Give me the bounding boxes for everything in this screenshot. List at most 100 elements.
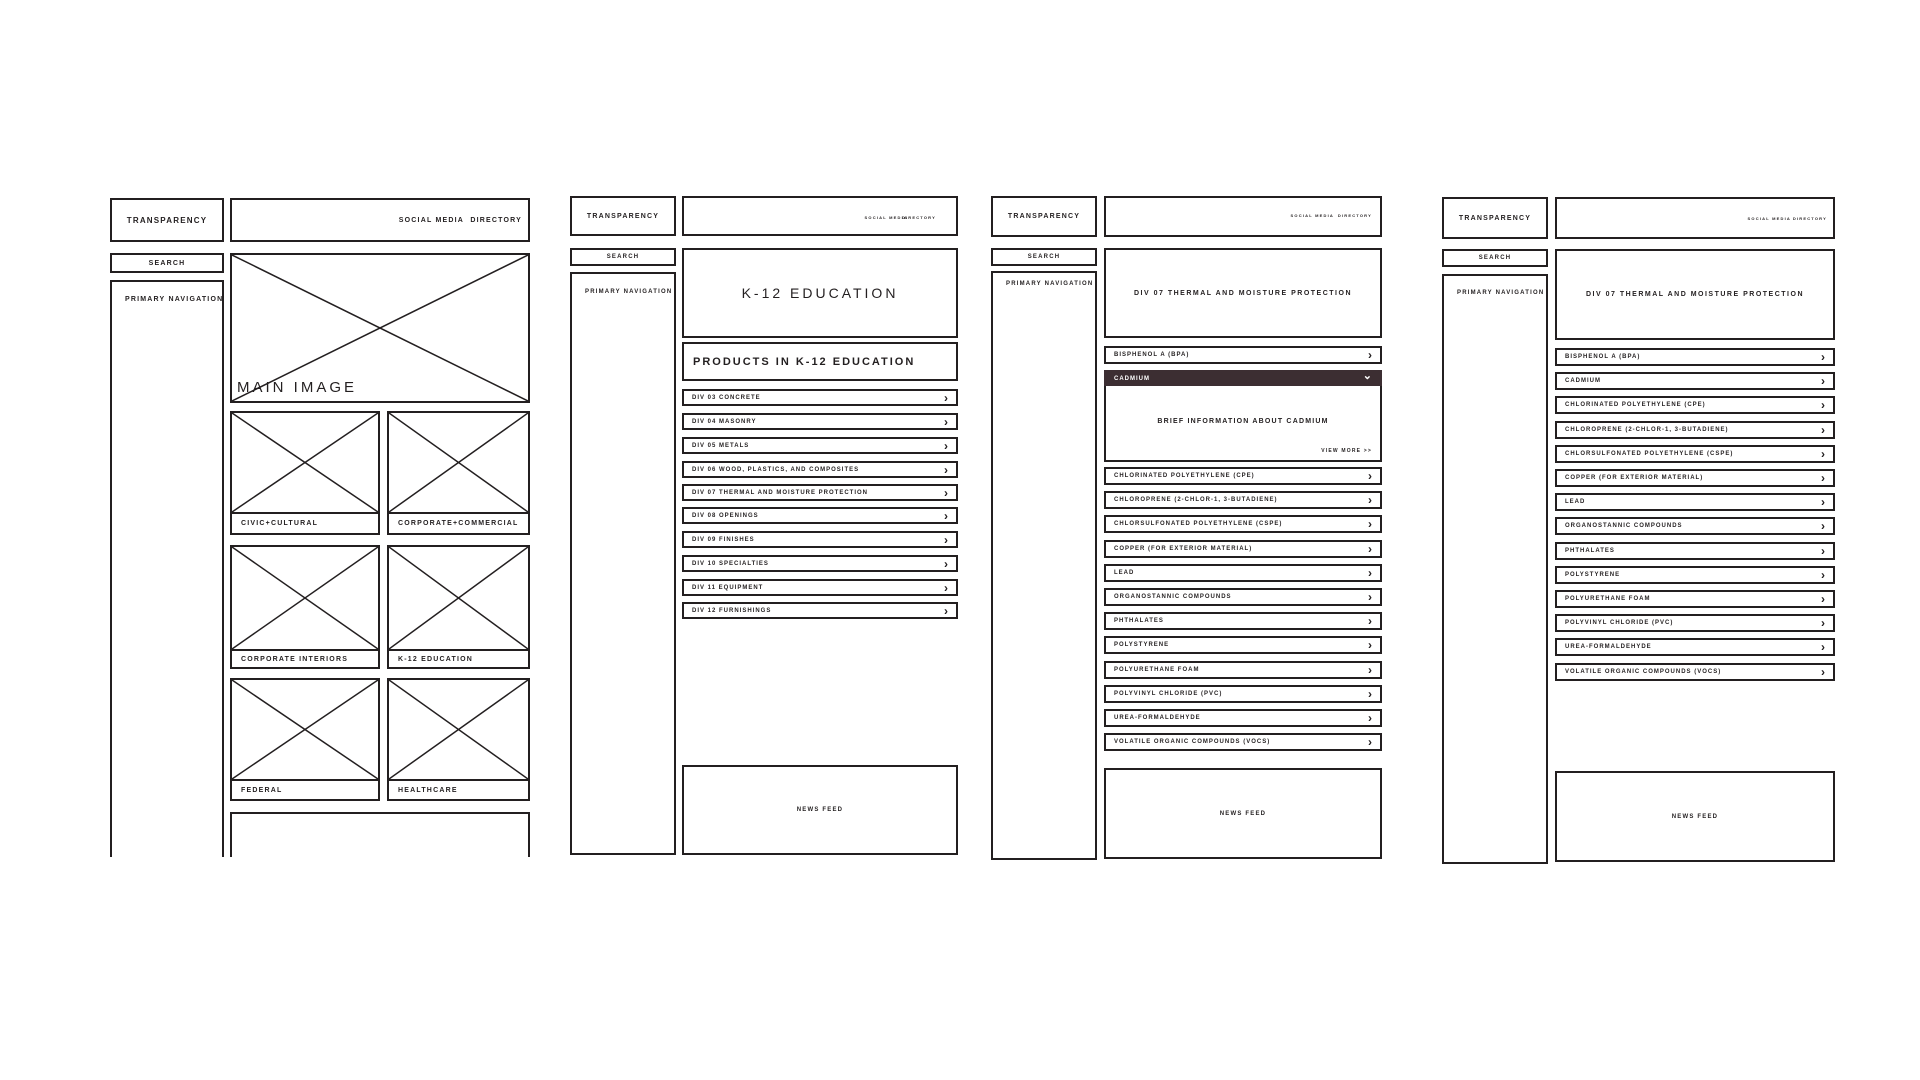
search-box[interactable]: SEARCH xyxy=(1442,249,1548,267)
list-item-row[interactable]: COPPER (FOR EXTERIOR MATERIAL) › xyxy=(1555,469,1835,487)
list-item-row[interactable]: DIV 09 FINISHES › xyxy=(682,531,958,548)
page-title: K-12 EDUCATION xyxy=(741,285,899,301)
chevron-right-icon: › xyxy=(1821,519,1825,533)
tile-image-corporate-commercial[interactable] xyxy=(387,411,530,514)
chevron-right-icon: › xyxy=(944,532,948,547)
list-item-row[interactable]: COPPER (FOR EXTERIOR MATERIAL) › xyxy=(1104,540,1382,558)
placeholder-x-icon xyxy=(389,413,528,512)
social-media-link[interactable]: SOCIAL MEDIA xyxy=(399,217,464,224)
news-feed-box[interactable]: NEWS FEED xyxy=(1555,771,1835,862)
tile-image-corporate-interiors[interactable] xyxy=(230,545,380,651)
news-feed-label: NEWS FEED xyxy=(1671,813,1719,820)
list-item-row[interactable]: DIV 06 WOOD, PLASTICS, AND COMPOSITES › xyxy=(682,461,958,478)
chevron-right-icon: › xyxy=(1368,687,1372,701)
lower-content-placeholder xyxy=(230,812,530,857)
search-box[interactable]: SEARCH xyxy=(110,253,224,273)
tile-image-federal[interactable] xyxy=(230,678,380,781)
list-item-row[interactable]: UREA-FORMALDEHYDE › xyxy=(1555,638,1835,656)
primary-navigation-panel[interactable]: PRIMARY NAVIGATION xyxy=(570,272,676,855)
news-feed-box[interactable]: NEWS FEED xyxy=(682,765,958,855)
directory-link[interactable]: DIRECTORY xyxy=(902,215,936,220)
list-item-label: DIV 05 METALS xyxy=(692,442,750,449)
list-item-row[interactable]: DIV 08 OPENINGS › xyxy=(682,507,958,524)
chevron-right-icon: › xyxy=(1821,423,1825,437)
primary-navigation-panel[interactable]: PRIMARY NAVIGATION xyxy=(991,271,1097,860)
list-item-label: POLYSTYRENE xyxy=(1114,642,1170,648)
list-item-row[interactable]: CHLORSULFONATED POLYETHYLENE (CSPE) › xyxy=(1104,515,1382,533)
list-item-row[interactable]: POLYSTYRENE › xyxy=(1104,636,1382,654)
list-item-row[interactable]: BISPHENOL A (BPA) › xyxy=(1555,348,1835,366)
primary-navigation-panel[interactable]: PRIMARY NAVIGATION xyxy=(1442,274,1548,864)
list-item-row[interactable]: POLYSTYRENE › xyxy=(1555,566,1835,584)
list-item-row[interactable]: CHLORINATED POLYETHYLENE (CPE) › xyxy=(1104,467,1382,485)
list-item-label: POLYURETHANE FOAM xyxy=(1565,596,1651,602)
list-item-row[interactable]: DIV 07 THERMAL AND MOISTURE PROTECTION › xyxy=(682,484,958,501)
chevron-right-icon: › xyxy=(1821,374,1825,388)
list-item-label: UREA-FORMALDEHYDE xyxy=(1114,715,1201,721)
tile-image-civic[interactable] xyxy=(230,411,380,514)
chevron-right-icon: › xyxy=(1821,640,1825,654)
list-item-row[interactable]: CHLOROPRENE (2-CHLOR-1, 3-BUTADIENE) › xyxy=(1555,421,1835,439)
directory-link[interactable]: DIRECTORY xyxy=(1793,216,1827,221)
list-item-row[interactable]: UREA-FORMALDEHYDE › xyxy=(1104,709,1382,727)
list-item-row[interactable]: ORGANOSTANNIC COMPOUNDS › xyxy=(1104,588,1382,606)
directory-link[interactable]: DIRECTORY xyxy=(470,217,522,224)
list-item-row[interactable]: PHTHALATES › xyxy=(1555,542,1835,560)
list-item-row[interactable]: DIV 12 FURNISHINGS › xyxy=(682,602,958,619)
tile-caption-civic[interactable]: CIVIC+CULTURAL xyxy=(230,512,380,535)
list-item-row[interactable]: DIV 10 SPECIALTIES › xyxy=(682,555,958,572)
list-item-row[interactable]: LEAD › xyxy=(1555,493,1835,511)
list-item-row[interactable]: VOLATILE ORGANIC COMPOUNDS (VOCS) › xyxy=(1555,663,1835,681)
list-item-label: PHTHALATES xyxy=(1565,548,1615,554)
list-item-label: DIV 03 CONCRETE xyxy=(692,394,761,401)
logo-text: TRANSPARENCY xyxy=(1007,213,1081,220)
header-bar: SOCIAL MEDIA DIRECTORY xyxy=(230,198,530,242)
list-item-row[interactable]: POLYURETHANE FOAM › xyxy=(1104,661,1382,679)
list-item-row[interactable]: VOLATILE ORGANIC COMPOUNDS (VOCS) › xyxy=(1104,733,1382,751)
primary-navigation-label: PRIMARY NAVIGATION xyxy=(1006,281,1094,287)
list-item-row[interactable]: DIV 05 METALS › xyxy=(682,437,958,454)
list-item-row[interactable]: LEAD › xyxy=(1104,564,1382,582)
list-item-row[interactable]: DIV 04 MASONRY › xyxy=(682,413,958,430)
tile-image-k12-education[interactable] xyxy=(387,545,530,651)
main-image-placeholder[interactable]: MAIN IMAGE xyxy=(230,253,530,403)
logo-box[interactable]: TRANSPARENCY xyxy=(570,196,676,236)
directory-link[interactable]: DIRECTORY xyxy=(1338,213,1372,218)
tile-caption-corporate-commercial[interactable]: CORPORATE+COMMERCIAL xyxy=(387,512,530,535)
chevron-right-icon: › xyxy=(1821,495,1825,509)
logo-box[interactable]: TRANSPARENCY xyxy=(110,198,224,242)
list-item-row[interactable]: ORGANOSTANNIC COMPOUNDS › xyxy=(1555,517,1835,535)
chevron-right-icon: › xyxy=(1821,568,1825,582)
social-media-link[interactable]: SOCIAL MEDIA xyxy=(1291,213,1334,218)
social-media-link[interactable]: SOCIAL MEDIA xyxy=(1748,216,1791,221)
search-box[interactable]: SEARCH xyxy=(570,248,676,266)
chevron-right-icon: › xyxy=(1821,350,1825,364)
division-title-box: DIV 07 THERMAL AND MOISTURE PROTECTION xyxy=(1555,249,1835,340)
item-row-bisphenol[interactable]: BISPHENOL A (BPA) › xyxy=(1104,346,1382,364)
tile-image-healthcare[interactable] xyxy=(387,678,530,781)
list-item-row[interactable]: CHLORINATED POLYETHYLENE (CPE) › xyxy=(1555,396,1835,414)
search-box[interactable]: SEARCH xyxy=(991,248,1097,266)
tile-caption-healthcare[interactable]: HEALTHCARE xyxy=(387,779,530,801)
list-item-row[interactable]: CADMIUM › xyxy=(1555,372,1835,390)
list-item-row[interactable]: CHLORSULFONATED POLYETHYLENE (CSPE) › xyxy=(1555,445,1835,463)
news-feed-box[interactable]: NEWS FEED xyxy=(1104,768,1382,859)
list-item-row[interactable]: DIV 03 CONCRETE › xyxy=(682,389,958,406)
view-more-link[interactable]: VIEW MORE >> xyxy=(1321,448,1372,454)
division-title: DIV 07 THERMAL AND MOISTURE PROTECTION xyxy=(1133,289,1352,297)
logo-box[interactable]: TRANSPARENCY xyxy=(1442,197,1548,239)
list-item-row[interactable]: POLYURETHANE FOAM › xyxy=(1555,590,1835,608)
primary-navigation-panel[interactable]: PRIMARY NAVIGATION xyxy=(110,280,224,857)
list-item-label: CHLOROPRENE (2-CHLOR-1, 3-BUTADIENE) xyxy=(1565,427,1729,433)
header-bar: SOCIAL MEDIA DIRECTORY xyxy=(1104,196,1382,237)
tile-caption-k12-education[interactable]: K-12 EDUCATION xyxy=(387,649,530,669)
list-item-row[interactable]: DIV 11 EQUIPMENT › xyxy=(682,579,958,596)
tile-caption-corporate-interiors[interactable]: CORPORATE INTERIORS xyxy=(230,649,380,669)
tile-caption-federal[interactable]: FEDERAL xyxy=(230,779,380,801)
list-item-row[interactable]: POLYVINYL CHLORIDE (PVC) › xyxy=(1104,685,1382,703)
logo-box[interactable]: TRANSPARENCY xyxy=(991,196,1097,237)
list-item-row[interactable]: CHLOROPRENE (2-CHLOR-1, 3-BUTADIENE) › xyxy=(1104,491,1382,509)
list-item-row[interactable]: POLYVINYL CHLORIDE (PVC) › xyxy=(1555,614,1835,632)
list-item-label: DIV 04 MASONRY xyxy=(692,418,757,425)
list-item-row[interactable]: PHTHALATES › xyxy=(1104,612,1382,630)
